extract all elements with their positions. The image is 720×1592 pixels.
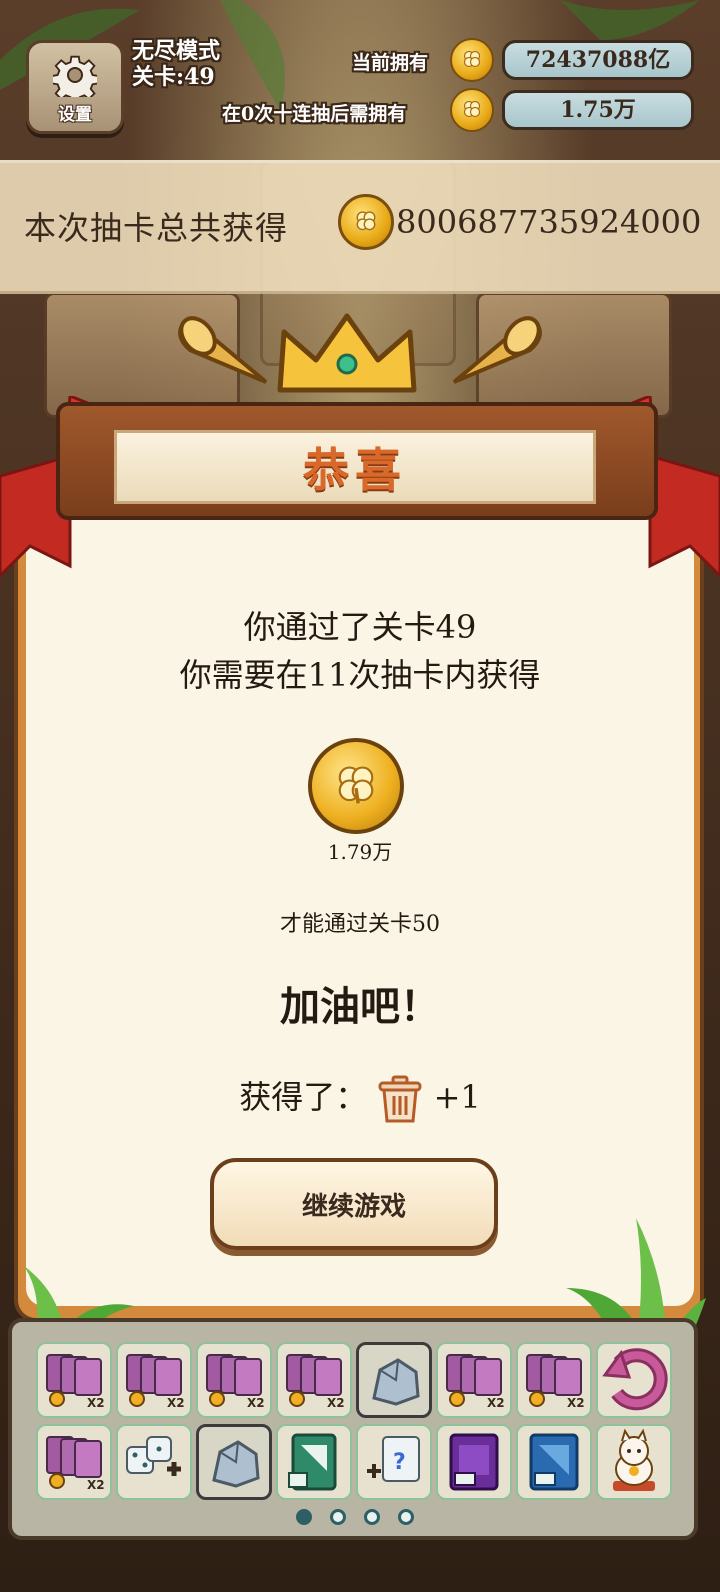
mode-info: 无尽模式 关卡:49	[132, 38, 220, 90]
level-label: 关卡:49	[132, 64, 215, 90]
inventory-slot[interactable]: X2	[36, 1424, 112, 1500]
continue-game-label: 继续游戏	[301, 1192, 406, 1222]
reward-label: 获得了：	[239, 1078, 368, 1116]
mode-name: 无尽模式	[132, 38, 221, 64]
rock-icon	[200, 1428, 270, 1502]
inventory-slot[interactable]	[116, 1424, 192, 1500]
clover-coin-icon	[450, 88, 494, 132]
draw-summary-label: 本次抽卡总共获得	[24, 209, 289, 247]
inventory-slot[interactable]: X2	[516, 1342, 592, 1418]
undo-arrow-icon	[599, 1345, 669, 1419]
required-coin-amount: 1.79万	[327, 840, 393, 864]
inventory-slot[interactable]	[516, 1424, 592, 1500]
purple-card-pack-icon	[439, 1427, 509, 1501]
inventory-slot[interactable]: X2	[116, 1342, 192, 1418]
inventory-slot[interactable]	[196, 1424, 272, 1500]
card-pack-x2-icon: X2	[39, 1427, 109, 1501]
settings-button[interactable]: 设置	[26, 40, 124, 134]
cost-label: 在0次十连抽后需拥有	[222, 103, 407, 125]
inventory-slot[interactable]: ?	[356, 1424, 432, 1500]
card-pack-x2-icon: X2	[439, 1345, 509, 1419]
gear-icon	[53, 55, 97, 97]
page-dot-3[interactable]	[364, 1509, 380, 1525]
svg-text:X2: X2	[327, 1396, 345, 1410]
inventory-slot[interactable]: X2	[196, 1342, 272, 1418]
continue-game-button[interactable]: 继续游戏	[210, 1158, 498, 1250]
lucky-cat-icon	[599, 1427, 669, 1501]
inventory-slot[interactable]	[436, 1424, 512, 1500]
next-level-text: 才能通过关卡50	[280, 912, 440, 937]
inventory-slot[interactable]	[356, 1342, 432, 1418]
svg-text:X2: X2	[567, 1396, 585, 1410]
svg-text:X2: X2	[487, 1396, 505, 1410]
cheer-text: 加油吧！	[280, 983, 440, 1030]
inventory-slot[interactable]: X2	[36, 1342, 112, 1418]
trumpet-icon	[178, 316, 268, 384]
blue-card-pack-icon	[519, 1427, 589, 1501]
reward-row: 获得了： +1	[0, 1072, 720, 1125]
card-pack-x2-icon: X2	[39, 1345, 109, 1419]
level-passed-text: 你通过了关卡49	[243, 608, 477, 646]
page-dot-1[interactable]	[296, 1509, 312, 1525]
draw-requirement-text: 你需要在11次抽卡内获得	[179, 656, 541, 694]
card-pack-x2-icon: X2	[519, 1345, 589, 1419]
rock-icon	[360, 1346, 430, 1420]
card-pack-x2-icon: X2	[279, 1345, 349, 1419]
green-card-icon	[279, 1427, 349, 1501]
svg-text:X2: X2	[167, 1396, 185, 1410]
svg-text:?: ?	[393, 1450, 406, 1475]
inventory-slot[interactable]: X2	[276, 1342, 352, 1418]
settings-label: 设置	[58, 105, 92, 125]
card-pack-x2-icon: X2	[199, 1345, 269, 1419]
inventory-slot[interactable]	[276, 1424, 352, 1500]
svg-text:X2: X2	[87, 1396, 105, 1410]
owned-label: 当前拥有	[352, 52, 429, 74]
crown-icon	[277, 313, 417, 393]
clover-coin-icon	[338, 194, 394, 250]
card-pack-x2-icon: X2	[119, 1345, 189, 1419]
page-dot-2[interactable]	[330, 1509, 346, 1525]
draw-summary-value: 800687735924000	[396, 203, 702, 241]
trumpet-icon	[452, 316, 542, 384]
trash-can-icon	[378, 1075, 422, 1122]
cost-value: 1.75万	[502, 90, 694, 130]
clover-coin-icon	[450, 38, 494, 82]
page-dot-4[interactable]	[398, 1509, 414, 1525]
dice-add-icon	[119, 1427, 189, 1501]
owned-value: 72437088亿	[502, 40, 694, 80]
mystery-card-add-icon: ?	[359, 1427, 429, 1501]
svg-text:X2: X2	[87, 1478, 105, 1492]
reward-count: +1	[433, 1078, 481, 1116]
popup-title: 恭喜	[303, 443, 407, 497]
inventory-slot[interactable]	[596, 1424, 672, 1500]
svg-text:X2: X2	[247, 1396, 265, 1410]
inventory-slot[interactable]: X2	[436, 1342, 512, 1418]
inventory-slot[interactable]	[596, 1342, 672, 1418]
clover-coin-icon	[308, 738, 404, 834]
